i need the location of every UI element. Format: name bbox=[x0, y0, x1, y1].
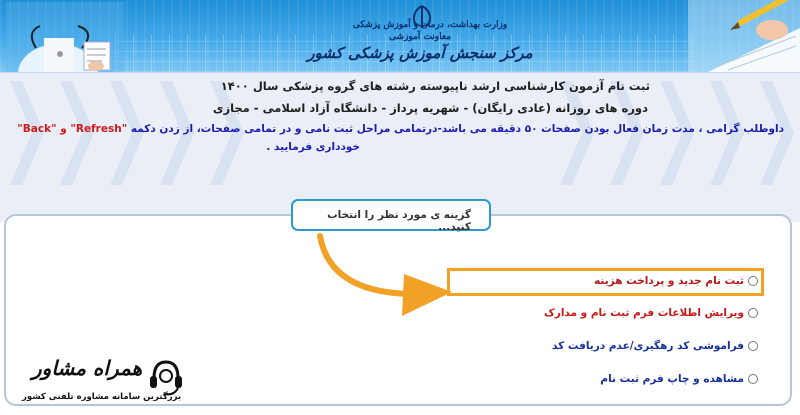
option-label: مشاهده و چاپ فرم ثبت نام bbox=[600, 373, 744, 385]
doctor-illustration-icon bbox=[6, 2, 124, 72]
ministry-line-1: وزارت بهداشت، درمان و آموزش پزشکی bbox=[352, 20, 508, 30]
pen-paper-illustration-icon bbox=[688, 0, 800, 72]
bottom-bar bbox=[0, 407, 800, 415]
header-banner: وزارت بهداشت، درمان و آموزش پزشکی معاونت… bbox=[0, 0, 800, 72]
option-edit-registration[interactable]: ویرایش اطلاعات فرم ثبت نام و مدارک bbox=[544, 307, 758, 319]
notice-separator: و bbox=[60, 123, 67, 135]
notice-body: داوطلب گرامی ، مدت زمان فعال بودن صفحات … bbox=[130, 123, 784, 135]
course-types: دوره های روزانه (عادی رایگان) - شهریه پر… bbox=[212, 101, 648, 115]
refresh-keyword: "Refresh" bbox=[70, 123, 128, 135]
choose-option-label: گزینه ی مورد نظر را انتخاب کنید... bbox=[291, 199, 491, 233]
exam-title: ثبت نام آزمون کارشناسی ارشد ناپیوسته رشت… bbox=[220, 79, 650, 93]
option-forgot-tracking-code[interactable]: فراموشی کد رهگیری/عدم دریافت کد bbox=[552, 340, 758, 352]
ministry-line-2: معاونت آموزشی bbox=[388, 32, 452, 42]
option-label: فراموشی کد رهگیری/عدم دریافت کد bbox=[552, 340, 744, 352]
radio-button[interactable] bbox=[748, 341, 758, 351]
watermark: همراه مشاور بزرگترین سامانه مشاوره تلفنی… bbox=[22, 356, 197, 412]
radio-button[interactable] bbox=[748, 374, 758, 384]
back-keyword: "Back" bbox=[17, 123, 57, 135]
option-label: ثبت نام جدید و پرداخت هزینه bbox=[594, 275, 744, 287]
center-title: مرکز سنجش آموزش پزشکی کشور bbox=[307, 44, 533, 62]
info-section: ثبت نام آزمون کارشناسی ارشد ناپیوسته رشت… bbox=[0, 72, 800, 192]
watermark-tagline: بزرگترین سامانه مشاوره تلفنی کشور bbox=[22, 392, 182, 402]
notice-end: خودداری فرمایید . bbox=[266, 141, 360, 153]
option-label: ویرایش اطلاعات فرم ثبت نام و مدارک bbox=[544, 307, 744, 319]
curved-arrow-icon bbox=[317, 233, 452, 316]
option-new-registration[interactable]: ثبت نام جدید و پرداخت هزینه bbox=[594, 275, 758, 287]
watermark-brand: همراه مشاور bbox=[32, 356, 143, 380]
radio-button[interactable] bbox=[748, 308, 758, 318]
option-view-print-form[interactable]: مشاهده و چاپ فرم ثبت نام bbox=[600, 373, 758, 385]
notice-text: داوطلب گرامی ، مدت زمان فعال بودن صفحات … bbox=[17, 123, 784, 135]
radio-button[interactable] bbox=[748, 276, 758, 286]
